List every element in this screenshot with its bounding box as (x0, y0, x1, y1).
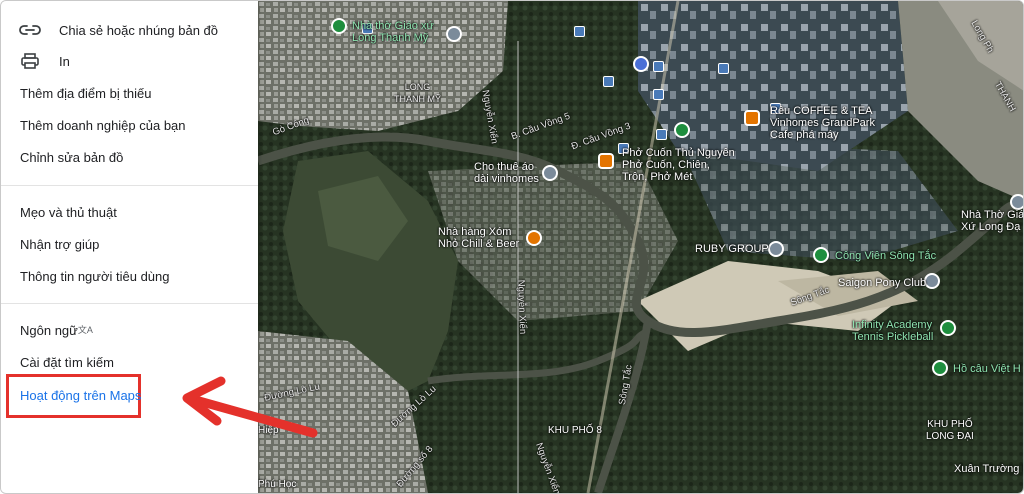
place-label[interactable]: Hồ câu Việt H (953, 363, 1021, 375)
place-label[interactable]: Saigon Pony Club (838, 277, 926, 289)
area-label: Phú Học (258, 479, 297, 490)
link-icon (19, 25, 41, 35)
place-label[interactable]: Công Viên Sông Tắc (835, 250, 936, 262)
bus-stop-icon[interactable] (653, 61, 664, 72)
satellite-map[interactable]: Nhà thờ Giáo xứ Long Thạnh Mỹ LONG THẠNH… (258, 1, 1023, 493)
area-label: KHU PHỐ 8 (548, 425, 602, 436)
map-imagery (258, 1, 1023, 493)
home-pin-icon[interactable] (633, 56, 649, 72)
place-pin-icon[interactable] (768, 241, 784, 257)
menu-item-tips-tricks[interactable]: Mẹo và thủ thuật (20, 205, 117, 220)
area-label: Hiệp (258, 425, 279, 436)
place-pin-icon[interactable] (674, 122, 690, 138)
menu-item-print[interactable]: In (59, 54, 70, 69)
menu-item-search-settings[interactable]: Cài đặt tìm kiếm (20, 355, 114, 370)
menu-item-language[interactable]: Ngôn ngữ文A (20, 323, 93, 338)
translate-icon: 文A (77, 325, 93, 335)
menu-item-add-missing-place[interactable]: Thêm địa điểm bị thiếu (20, 86, 152, 101)
bus-stop-icon[interactable] (656, 129, 667, 140)
cafe-pin-icon[interactable] (744, 110, 760, 126)
road-label: Nguyễn Xiển (515, 279, 529, 335)
bus-stop-icon[interactable] (603, 76, 614, 87)
place-pin-icon[interactable] (542, 165, 558, 181)
area-label: KHU PHỐ LONG ĐẠI (926, 419, 974, 442)
menu-divider (1, 303, 258, 304)
place-label[interactable]: Nhà thờ Giáo xứ Long Thạnh Mỹ (352, 20, 434, 44)
menu-item-edit-map[interactable]: Chỉnh sửa bản đồ (20, 150, 123, 165)
menu-item-maps-activity[interactable]: Hoạt động trên Maps (20, 388, 141, 403)
bus-stop-icon[interactable] (653, 89, 664, 100)
restaurant-pin-icon[interactable] (598, 153, 614, 169)
place-pin-icon[interactable] (932, 360, 948, 376)
bus-stop-icon[interactable] (718, 63, 729, 74)
place-label[interactable]: Xuân Trường P (954, 463, 1023, 475)
menu-item-add-business[interactable]: Thêm doanh nghiệp của bạn (20, 118, 186, 133)
place-label[interactable]: Phở Cuốn Thủ Nguyên Phở Cuốn, Chiên, Trộ… (622, 147, 735, 183)
menu-item-consumer-info[interactable]: Thông tin người tiêu dùng (20, 269, 170, 284)
menu-item-share[interactable]: Chia sẻ hoặc nhúng bản đồ (59, 23, 218, 38)
place-pin-icon[interactable] (940, 320, 956, 336)
park-pin-icon[interactable] (813, 247, 829, 263)
place-pin-icon[interactable] (446, 26, 462, 42)
place-pin-icon[interactable] (924, 273, 940, 289)
menu-item-get-help[interactable]: Nhận trợ giúp (20, 237, 99, 252)
place-label[interactable]: Nhà hàng Xóm Nhỏ Chill & Beer (438, 226, 519, 250)
side-menu: Chia sẻ hoặc nhúng bản đồ In Thêm địa đi… (1, 1, 258, 493)
bar-pin-icon[interactable] (526, 230, 542, 246)
church-pin-icon[interactable] (331, 18, 347, 34)
window-frame: Chia sẻ hoặc nhúng bản đồ In Thêm địa đi… (0, 0, 1024, 494)
place-label[interactable]: Rêu COFFEE & TEA Vinhomes GrandPark Cafe… (770, 105, 875, 141)
menu-divider (1, 185, 258, 186)
bus-stop-icon[interactable] (574, 26, 585, 37)
printer-icon (21, 53, 39, 69)
place-label[interactable]: RUBY GROUP (695, 243, 769, 255)
place-label[interactable]: Nhà Thờ Giá Xứ Long Đạ (961, 209, 1023, 233)
area-label: LONG THẠNH MỸ (394, 82, 441, 104)
place-label[interactable]: Cho thuê áo dài vinhomes (474, 161, 539, 185)
place-label[interactable]: Infinity Academy Tennis Pickleball (852, 319, 933, 343)
menu-item-language-label: Ngôn ngữ (20, 323, 78, 338)
place-pin-icon[interactable] (1010, 194, 1023, 210)
